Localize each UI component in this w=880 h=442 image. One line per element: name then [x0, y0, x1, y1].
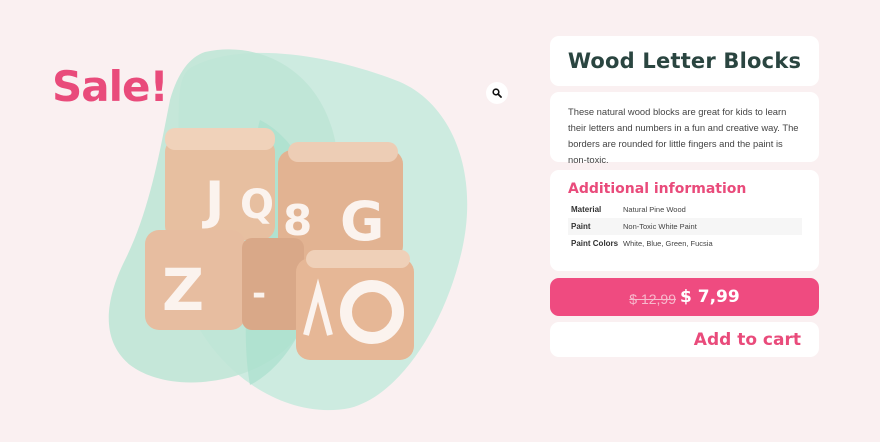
attribute-row: Material Natural Pine Wood	[568, 201, 802, 218]
product-title: Wood Letter Blocks	[567, 49, 802, 73]
magnifier-icon	[492, 88, 502, 98]
block-stack: J Q 8 G Z -	[145, 128, 414, 360]
additional-information-heading: Additional information	[568, 181, 747, 197]
sale-price: $ 7,99	[680, 287, 740, 307]
add-to-cart-label: Add to cart	[693, 329, 801, 350]
block-g-letter: G	[340, 190, 384, 253]
product-title-card: Wood Letter Blocks	[550, 36, 819, 86]
zoom-button[interactable]	[486, 82, 508, 104]
attribute-row: Paint Colors White, Blue, Green, Fucsia	[568, 235, 802, 252]
product-image-area: J Q 8 G Z - Sale!	[0, 0, 540, 442]
block-dash-letter: -	[252, 274, 266, 314]
sale-badge: Sale!	[52, 62, 169, 111]
attribute-value: Natural Pine Wood	[623, 205, 686, 214]
block-middle: -	[242, 238, 304, 330]
block-j: J Q	[165, 128, 275, 240]
old-price: $ 12,99	[629, 290, 676, 307]
attribute-value: White, Blue, Green, Fucsia	[623, 239, 713, 248]
block-z: Z	[145, 230, 245, 330]
attribute-label: Paint	[571, 222, 591, 231]
block-8-letter: 8	[283, 196, 312, 245]
attribute-label: Paint Colors	[571, 239, 619, 248]
product-description-card: These natural wood blocks are great for …	[550, 92, 819, 165]
block-j-letter: J	[202, 171, 224, 231]
price-card: $ 12,99 $ 7,99	[550, 278, 819, 316]
attribute-value: Non-Toxic White Paint	[623, 222, 697, 231]
attributes-table: Material Natural Pine Wood Paint Non-Tox…	[568, 201, 802, 252]
product-page: J Q 8 G Z - Sale! Wood Letter Blocks The…	[0, 0, 880, 442]
block-q-letter: Q	[240, 182, 274, 228]
attribute-row: Paint Non-Toxic White Paint	[568, 218, 802, 235]
block-o	[296, 250, 414, 360]
product-description: These natural wood blocks are great for …	[568, 106, 799, 165]
attribute-label: Material	[571, 205, 602, 214]
additional-information-card: Additional information Material Natural …	[550, 170, 819, 271]
add-to-cart-button[interactable]: Add to cart	[550, 322, 819, 357]
block-z-letter: Z	[162, 256, 204, 324]
